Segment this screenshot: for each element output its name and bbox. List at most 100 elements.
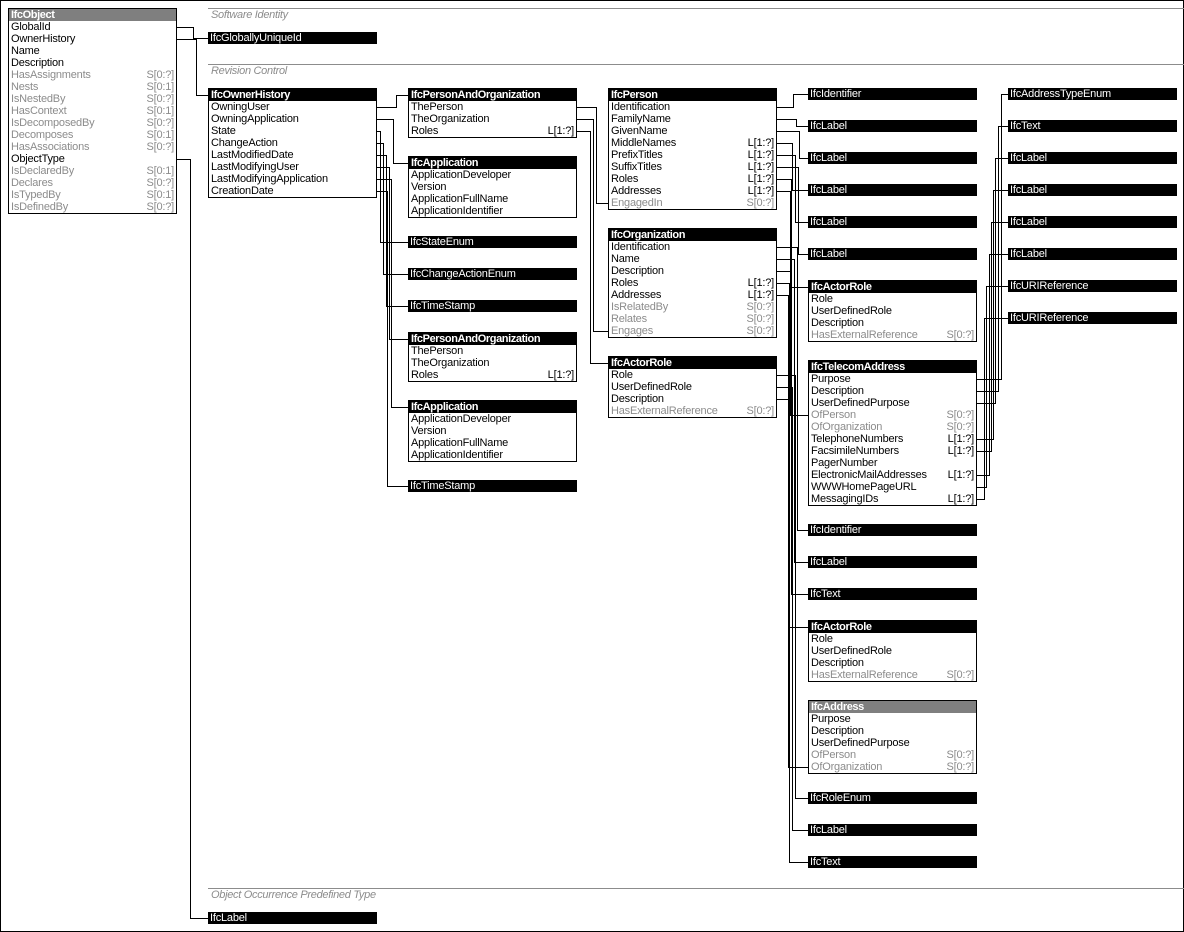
type-ifclabel[interactable]: IfcLabel	[808, 120, 977, 132]
type-ifclabel[interactable]: IfcLabel	[1008, 216, 1177, 228]
attribute-row[interactable]: IsDeclaredBy S[0:1]	[9, 165, 176, 177]
type-ifclabel[interactable]: IfcLabel	[1008, 152, 1177, 164]
attribute-row[interactable]: FamilyName	[609, 113, 776, 125]
entity-ifctelecomaddress[interactable]: IfcTelecomAddress Purpose Description UserD…	[808, 360, 977, 506]
attribute-row[interactable]: FacsimileNumbers L[1:?]	[809, 445, 976, 457]
attribute-row[interactable]: EngagedIn S[0:?]	[609, 197, 776, 209]
attribute-row[interactable]: Declares S[0:?]	[9, 177, 176, 189]
attribute-row[interactable]: Roles L[1:?]	[609, 277, 776, 289]
attribute-row[interactable]: Role	[809, 633, 976, 645]
entity-ifcapplication[interactable]: IfcApplication ApplicationDeveloper Versio…	[408, 400, 577, 462]
entity-header[interactable]: IfcApplication	[409, 401, 576, 413]
attribute-row[interactable]: HasExternalReference S[0:?]	[809, 669, 976, 681]
type-ifcroleenum[interactable]: IfcRoleEnum	[808, 792, 977, 804]
attribute-row[interactable]: OfOrganization S[0:?]	[809, 421, 976, 433]
attribute-row[interactable]: Roles L[1:?]	[409, 369, 576, 381]
attribute-row[interactable]: HasExternalReference S[0:?]	[809, 329, 976, 341]
attribute-row[interactable]: Description	[609, 393, 776, 405]
entity-header[interactable]: IfcActorRole	[609, 357, 776, 369]
type-ifclabel[interactable]: IfcLabel	[808, 152, 977, 164]
attribute-row[interactable]: OfPerson S[0:?]	[809, 749, 976, 761]
attribute-row[interactable]: TheOrganization	[409, 357, 576, 369]
type-ifcidentifier[interactable]: IfcIdentifier	[808, 88, 977, 100]
attribute-row[interactable]: Role	[609, 369, 776, 381]
type-ifclabel[interactable]: IfcLabel	[808, 216, 977, 228]
entity-ifcobject[interactable]: IfcObject GlobalId OwnerHistory Name Descrip…	[8, 8, 177, 214]
attribute-row[interactable]: Engages S[0:?]	[609, 325, 776, 337]
attribute-row[interactable]: SuffixTitles L[1:?]	[609, 161, 776, 173]
type-ifctext[interactable]: IfcText	[808, 856, 977, 868]
attribute-row[interactable]: OwningUser	[209, 101, 376, 113]
entity-header[interactable]: IfcObject	[9, 9, 176, 21]
attribute-row[interactable]: Purpose	[809, 373, 976, 385]
attribute-row[interactable]: OfPerson S[0:?]	[809, 409, 976, 421]
entity-ifcownerhistory[interactable]: IfcOwnerHistory OwningUser OwningApplicati…	[208, 88, 377, 198]
attribute-row[interactable]: TelephoneNumbers L[1:?]	[809, 433, 976, 445]
attribute-row[interactable]: UserDefinedPurpose	[809, 737, 976, 749]
attribute-row[interactable]: Roles L[1:?]	[409, 125, 576, 137]
attribute-row[interactable]: Role	[809, 293, 976, 305]
entity-header[interactable]: IfcActorRole	[809, 621, 976, 633]
attribute-row[interactable]: ApplicationFullName	[409, 193, 576, 205]
attribute-row[interactable]: LastModifyingApplication	[209, 173, 376, 185]
attribute-row[interactable]: Decomposes S[0:1]	[9, 129, 176, 141]
attribute-row[interactable]: GlobalId	[9, 21, 176, 33]
entity-header[interactable]: IfcPersonAndOrganization	[409, 333, 576, 345]
type-ifcgloballyuniqueid[interactable]: IfcGloballyUniqueId	[208, 32, 377, 44]
attribute-row[interactable]: OwnerHistory	[9, 33, 176, 45]
attribute-row[interactable]: Description	[609, 265, 776, 277]
entity-ifcpersonandorganization[interactable]: IfcPersonAndOrganization ThePerson TheOrga…	[408, 332, 577, 382]
attribute-row[interactable]: Identification	[609, 101, 776, 113]
type-ifcurireference[interactable]: IfcURIReference	[1008, 312, 1177, 324]
entity-ifcpersonandorganization[interactable]: IfcPersonAndOrganization ThePerson TheOrga…	[408, 88, 577, 138]
attribute-row[interactable]: IsTypedBy S[0:1]	[9, 189, 176, 201]
attribute-row[interactable]: ApplicationIdentifier	[409, 205, 576, 217]
attribute-row[interactable]: OfOrganization S[0:?]	[809, 761, 976, 773]
type-ifclabel[interactable]: IfcLabel	[1008, 248, 1177, 260]
attribute-row[interactable]: ChangeAction	[209, 137, 376, 149]
entity-header[interactable]: IfcApplication	[409, 157, 576, 169]
entity-header[interactable]: IfcOwnerHistory	[209, 89, 376, 101]
type-ifcstateenum[interactable]: IfcStateEnum	[408, 236, 577, 248]
entity-header[interactable]: IfcAddress	[809, 701, 976, 713]
entity-ifcactorrole[interactable]: IfcActorRole Role UserDefinedRole Descripti…	[608, 356, 777, 418]
type-ifclabel-objecttype[interactable]: IfcLabel	[208, 912, 377, 924]
type-ifcchangeactionenum[interactable]: IfcChangeActionEnum	[408, 268, 577, 280]
entity-ifcactorrole[interactable]: IfcActorRole Role UserDefinedRole Descripti…	[808, 620, 977, 682]
attribute-row[interactable]: ThePerson	[409, 101, 576, 113]
type-ifctext[interactable]: IfcText	[808, 588, 977, 600]
attribute-row[interactable]: Purpose	[809, 713, 976, 725]
attribute-row[interactable]: IsNestedBy S[0:?]	[9, 93, 176, 105]
attribute-row[interactable]: IsRelatedBy S[0:?]	[609, 301, 776, 313]
attribute-row[interactable]: ApplicationDeveloper	[409, 169, 576, 181]
attribute-row[interactable]: HasAssignments S[0:?]	[9, 69, 176, 81]
entity-header[interactable]: IfcPerson	[609, 89, 776, 101]
attribute-row[interactable]: Addresses L[1:?]	[609, 185, 776, 197]
attribute-row[interactable]: Nests S[0:1]	[9, 81, 176, 93]
attribute-row[interactable]: MiddleNames L[1:?]	[609, 137, 776, 149]
entity-header[interactable]: IfcPersonAndOrganization	[409, 89, 576, 101]
attribute-row[interactable]: UserDefinedRole	[809, 645, 976, 657]
attribute-row[interactable]: ApplicationIdentifier	[409, 449, 576, 461]
entity-header[interactable]: IfcActorRole	[809, 281, 976, 293]
attribute-row[interactable]: ThePerson	[409, 345, 576, 357]
entity-header[interactable]: IfcOrganization	[609, 229, 776, 241]
attribute-row[interactable]: Name	[609, 253, 776, 265]
attribute-row[interactable]: Description	[809, 385, 976, 397]
attribute-row[interactable]: ElectronicMailAddresses L[1:?]	[809, 469, 976, 481]
attribute-row[interactable]: ObjectType	[9, 153, 176, 165]
type-ifctimestamp[interactable]: IfcTimeStamp	[408, 480, 577, 492]
attribute-row[interactable]: WWWHomePageURL	[809, 481, 976, 493]
type-ifcaddresstypeenum[interactable]: IfcAddressTypeEnum	[1008, 88, 1177, 100]
attribute-row[interactable]: PagerNumber	[809, 457, 976, 469]
attribute-row[interactable]: GivenName	[609, 125, 776, 137]
attribute-row[interactable]: Version	[409, 181, 576, 193]
attribute-row[interactable]: Description	[809, 725, 976, 737]
attribute-row[interactable]: CreationDate	[209, 185, 376, 197]
entity-ifcperson[interactable]: IfcPerson Identification FamilyName GivenNa…	[608, 88, 777, 210]
entity-ifcactorrole[interactable]: IfcActorRole Role UserDefinedRole Descripti…	[808, 280, 977, 342]
attribute-row[interactable]: Description	[809, 657, 976, 669]
type-ifcidentifier[interactable]: IfcIdentifier	[808, 524, 977, 536]
attribute-row[interactable]: Description	[809, 317, 976, 329]
attribute-row[interactable]: ApplicationDeveloper	[409, 413, 576, 425]
